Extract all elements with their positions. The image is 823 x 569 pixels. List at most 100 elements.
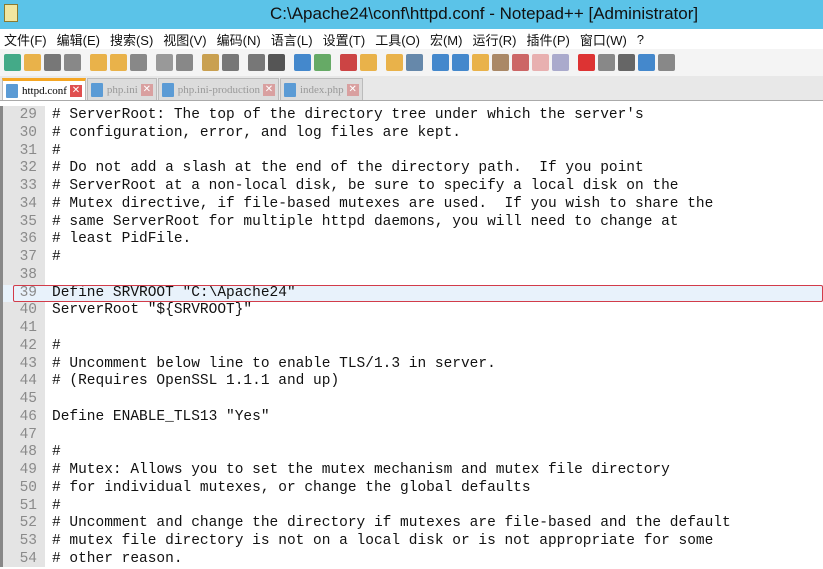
- menu-item[interactable]: 视图(V): [163, 30, 206, 49]
- line-text: # Mutex directive, if file-based mutexes…: [52, 195, 714, 212]
- menu-item[interactable]: 工具(O): [375, 30, 420, 49]
- close-icon[interactable]: ✕: [346, 83, 359, 96]
- code-line[interactable]: 42 #: [3, 338, 823, 356]
- toolbar-button-icon[interactable]: [248, 54, 265, 71]
- line-text: Define SRVROOT "C:\Apache24": [52, 284, 296, 301]
- code-line[interactable]: 33 # ServerRoot at a non-local disk, be s…: [3, 178, 823, 196]
- menu-item[interactable]: 文件(F): [4, 30, 47, 49]
- toolbar-button-icon[interactable]: [658, 54, 675, 71]
- code-line[interactable]: 52 # Uncomment and change the directory i…: [3, 515, 823, 533]
- toolbar-button-icon[interactable]: [492, 54, 509, 71]
- line-text: # same ServerRoot for multiple httpd dae…: [52, 213, 679, 230]
- toolbar-button-icon[interactable]: [222, 54, 239, 71]
- code-line[interactable]: 51 #: [3, 498, 823, 516]
- tab-index-php[interactable]: index.php ✕: [279, 78, 363, 100]
- code-line[interactable]: 53 # mutex file directory is not on a loc…: [3, 533, 823, 551]
- file-icon: [283, 82, 296, 97]
- toolbar-button-icon[interactable]: [294, 54, 311, 71]
- toolbar-button-icon[interactable]: [452, 54, 469, 71]
- code-line[interactable]: 29 # ServerRoot: The top of the directory…: [3, 107, 823, 125]
- toolbar-button-icon[interactable]: [552, 54, 569, 71]
- code-line[interactable]: 50 # for individual mutexes, or change th…: [3, 480, 823, 498]
- line-text: # ServerRoot at a non-local disk, be sur…: [52, 178, 679, 194]
- toolbar-button-icon[interactable]: [386, 54, 403, 71]
- tab-php-ini-production[interactable]: php.ini-production ✕: [157, 78, 279, 100]
- menu-item[interactable]: 设置(T): [323, 30, 366, 49]
- menu-item[interactable]: 搜索(S): [110, 30, 153, 49]
- line-number: 39: [19, 284, 37, 301]
- code-line[interactable]: 46 Define ENABLE_TLS13 "Yes": [3, 409, 823, 427]
- close-icon[interactable]: ✕: [140, 83, 153, 96]
- toolbar-button-icon[interactable]: [598, 54, 615, 71]
- menu-item[interactable]: 编码(N): [217, 30, 261, 49]
- code-line[interactable]: 30 # configuration, error, and log files …: [3, 125, 823, 143]
- code-line[interactable]: 37 #: [3, 249, 823, 267]
- code-line[interactable]: 41: [3, 320, 823, 338]
- code-line[interactable]: 47: [3, 427, 823, 445]
- line-number: 40: [19, 302, 37, 319]
- toolbar-button-icon[interactable]: [578, 54, 595, 71]
- toolbar-button-icon[interactable]: [24, 54, 41, 71]
- code-line[interactable]: 43 # Uncomment below line to enable TLS/1…: [3, 356, 823, 374]
- code-line[interactable]: 49 # Mutex: Allows you to set the mutex m…: [3, 462, 823, 480]
- line-text: #: [52, 142, 61, 159]
- toolbar-button-icon[interactable]: [130, 54, 147, 71]
- code-line[interactable]: 32 # Do not add a slash at the end of the…: [3, 160, 823, 178]
- code-line[interactable]: 54 # other reason.: [3, 551, 823, 569]
- toolbar-button-icon[interactable]: [268, 54, 285, 71]
- menu-item[interactable]: 语言(L): [271, 30, 313, 49]
- line-number: 48: [19, 444, 37, 461]
- line-text: # Mutex: Allows you to set the mutex mec…: [52, 462, 670, 478]
- code-line[interactable]: 45: [3, 391, 823, 409]
- toolbar-button-icon[interactable]: [202, 54, 219, 71]
- code-line[interactable]: 40 ServerRoot "${SRVROOT}": [3, 302, 823, 320]
- line-number: 34: [19, 195, 37, 212]
- toolbar-button-icon[interactable]: [618, 54, 635, 71]
- toolbar-button-icon[interactable]: [176, 54, 193, 71]
- toolbar-button-icon[interactable]: [472, 54, 489, 71]
- code-line[interactable]: 34 # Mutex directive, if file-based mutex…: [3, 196, 823, 214]
- tab-httpd-conf[interactable]: httpd.conf ✕: [2, 78, 86, 100]
- menu-item[interactable]: 窗口(W): [580, 30, 627, 49]
- toolbar-button-icon[interactable]: [512, 54, 529, 71]
- code-line[interactable]: 35 # same ServerRoot for multiple httpd d…: [3, 214, 823, 232]
- toolbar-button-icon[interactable]: [64, 54, 81, 71]
- line-number: 36: [19, 231, 37, 248]
- code-line[interactable]: 31 #: [3, 143, 823, 161]
- line-number: 53: [19, 533, 37, 549]
- menu-item[interactable]: ?: [637, 32, 644, 47]
- close-icon[interactable]: ✕: [69, 84, 82, 97]
- code-line[interactable]: 38: [3, 267, 823, 285]
- code-line[interactable]: 48 #: [3, 444, 823, 462]
- toolbar-button-icon[interactable]: [360, 54, 377, 71]
- line-number: 54: [19, 550, 37, 567]
- toolbar-button-icon[interactable]: [4, 54, 21, 71]
- menu-item[interactable]: 编辑(E): [57, 30, 100, 49]
- menu-item[interactable]: 运行(R): [472, 30, 516, 49]
- tab-php-ini[interactable]: php.ini ✕: [86, 78, 157, 100]
- toolbar-button-icon[interactable]: [90, 54, 107, 71]
- toolbar-button-icon[interactable]: [340, 54, 357, 71]
- line-number: 31: [19, 142, 37, 159]
- line-number: 50: [19, 479, 37, 496]
- code-line[interactable]: 39 Define SRVROOT "C:\Apache24": [3, 284, 823, 303]
- toolbar-button-icon[interactable]: [406, 54, 423, 71]
- toolbar-button-icon[interactable]: [432, 54, 449, 71]
- toolbar-button-icon[interactable]: [110, 54, 127, 71]
- code-line[interactable]: 44 # (Requires OpenSSL 1.1.1 and up): [3, 373, 823, 391]
- tab-bar: httpd.conf ✕ php.ini ✕ php.ini-production ✕ in…: [0, 76, 823, 101]
- line-number: 29: [19, 107, 37, 123]
- toolbar-button-icon[interactable]: [532, 54, 549, 71]
- editor[interactable]: 29 # ServerRoot: The top of the directory…: [0, 106, 823, 567]
- menu-item[interactable]: 宏(M): [430, 30, 463, 49]
- editor-lines[interactable]: 29 # ServerRoot: The top of the directory…: [3, 107, 823, 569]
- line-number: 52: [19, 515, 37, 532]
- file-icon: [6, 83, 18, 98]
- toolbar-button-icon[interactable]: [314, 54, 331, 71]
- close-icon[interactable]: ✕: [262, 83, 275, 96]
- code-line[interactable]: 36 # least PidFile.: [3, 231, 823, 249]
- toolbar-button-icon[interactable]: [156, 54, 173, 71]
- menu-item[interactable]: 插件(P): [527, 30, 570, 49]
- toolbar-button-icon[interactable]: [638, 54, 655, 71]
- toolbar-button-icon[interactable]: [44, 54, 61, 71]
